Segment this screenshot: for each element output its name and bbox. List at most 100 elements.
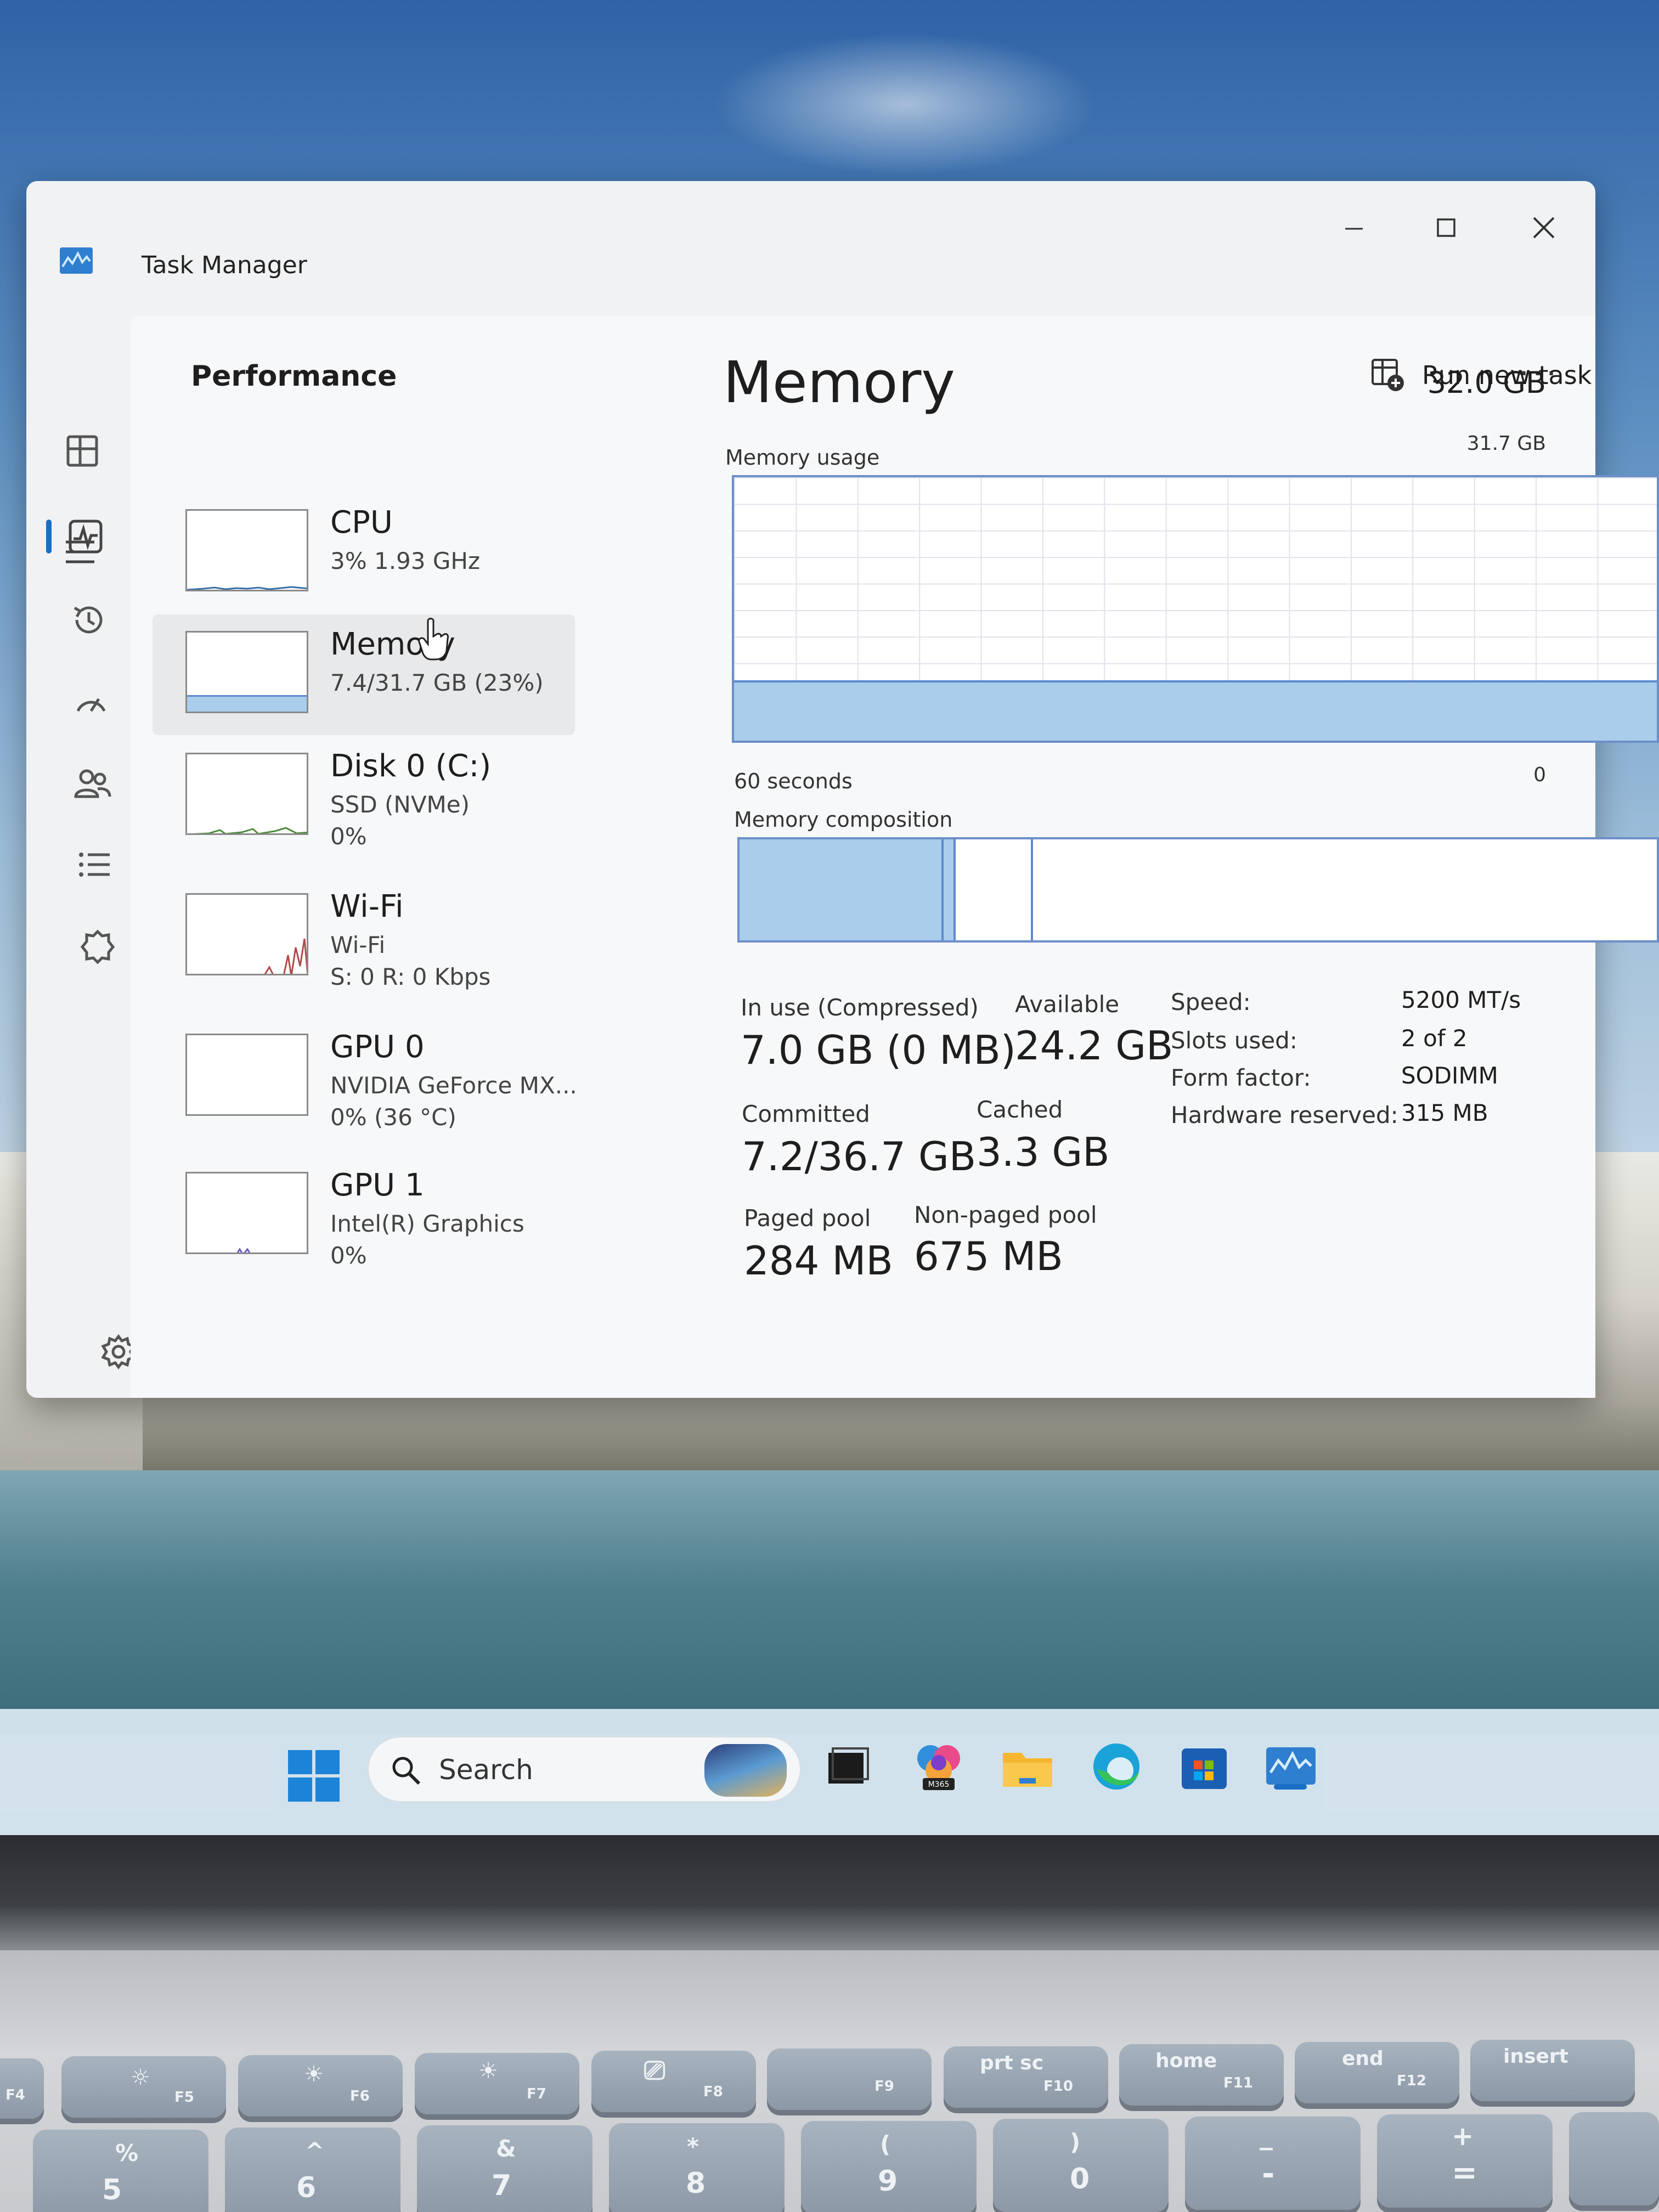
- device-item-gpu1[interactable]: GPU 1 Intel(R) Graphics 0%: [153, 1155, 575, 1276]
- device-item-wifi[interactable]: Wi-Fi Wi-Fi S: 0 R: 0 Kbps: [153, 877, 575, 997]
- search-icon: [392, 1757, 421, 1785]
- device-subtitle: NVIDIA GeForce MX...: [330, 1072, 577, 1099]
- search-label: Search: [439, 1754, 533, 1786]
- cached-label: Cached: [977, 1096, 1063, 1123]
- device-name: GPU 0: [330, 1029, 425, 1065]
- close-icon: [1533, 217, 1555, 239]
- nav-active-indicator: [46, 520, 52, 554]
- key-9: (9: [801, 2121, 977, 2212]
- close-button[interactable]: [1511, 198, 1577, 258]
- key-equals: + =: [1377, 2114, 1553, 2208]
- key-f9: F9: [767, 2049, 932, 2110]
- device-name: Disk 0 (C:): [330, 748, 492, 784]
- device-name: CPU: [330, 505, 393, 540]
- key-f4: F4: [0, 2058, 44, 2119]
- committed-label: Committed: [742, 1101, 870, 1127]
- page-title: Performance: [191, 360, 397, 393]
- graph-time-span: 60 seconds: [734, 769, 853, 793]
- device-subtitle: SSD (NVMe): [330, 791, 470, 818]
- wallpaper-cloud: [713, 33, 1097, 176]
- disk-thumbnail-graph: [185, 753, 308, 835]
- task-view-icon[interactable]: [816, 1736, 877, 1797]
- run-task-icon: [1372, 359, 1404, 391]
- edge-browser-icon[interactable]: [1086, 1736, 1147, 1797]
- device-item-disk[interactable]: Disk 0 (C:) SSD (NVMe) 0%: [153, 736, 575, 857]
- minimize-icon: [1345, 228, 1363, 230]
- device-subtitle: 3% 1.93 GHz: [330, 548, 481, 574]
- device-name: Wi-Fi: [330, 889, 404, 924]
- device-item-cpu[interactable]: CPU 3% 1.93 GHz: [153, 493, 575, 613]
- users-icon[interactable]: [72, 764, 112, 803]
- speed-label: Speed:: [1171, 989, 1251, 1015]
- device-subtitle: Intel(R) Graphics: [330, 1210, 524, 1237]
- task-manager-window: Task Manager Performance Run new task ··…: [26, 181, 1659, 1398]
- memory-usage-label: Memory usage: [725, 445, 880, 470]
- wallpaper-sea: [0, 1470, 1659, 1734]
- memory-total: 32.0 GB: [1427, 365, 1546, 400]
- cpu-thumbnail-graph: [185, 509, 308, 591]
- key-end: end F12: [1295, 2042, 1459, 2103]
- device-item-memory[interactable]: Memory 7.4/31.7 GB (23%): [153, 614, 575, 735]
- details-list-icon[interactable]: [75, 845, 114, 884]
- key-f7: ☀ F7: [415, 2053, 579, 2114]
- device-usage: S: 0 R: 0 Kbps: [330, 963, 491, 990]
- processes-icon[interactable]: [63, 431, 102, 471]
- windows-start-icon[interactable]: [288, 1750, 341, 1803]
- memory-composition-label: Memory composition: [734, 808, 953, 832]
- available-label: Available: [1015, 991, 1120, 1018]
- laptop-bezel: [0, 1835, 1659, 1950]
- form-factor-label: Form factor:: [1171, 1064, 1311, 1091]
- composition-standby: [953, 839, 1034, 940]
- services-icon[interactable]: [78, 927, 117, 967]
- maximize-button[interactable]: [1413, 198, 1479, 258]
- memory-usage-fill: [734, 680, 1657, 741]
- microsoft-365-icon[interactable]: M365: [909, 1736, 969, 1797]
- file-explorer-icon[interactable]: [997, 1736, 1058, 1797]
- device-usage: 0% (36 °C): [330, 1104, 456, 1131]
- paged-pool-label: Paged pool: [744, 1205, 871, 1232]
- non-paged-pool-value: 675 MB: [914, 1233, 1063, 1279]
- hardware-reserved-label: Hardware reserved:: [1171, 1102, 1398, 1128]
- memory-thumbnail-graph: [185, 631, 308, 713]
- device-subtitle: 7.4/31.7 GB (23%): [330, 669, 544, 696]
- maximize-icon: [1437, 218, 1455, 237]
- key-insert: insert: [1470, 2040, 1635, 2101]
- hardware-reserved-value: 315 MB: [1401, 1099, 1488, 1126]
- cached-value: 3.3 GB: [977, 1129, 1110, 1175]
- composition-in-use: [740, 839, 941, 940]
- device-usage: 0%: [330, 1242, 367, 1269]
- startup-apps-icon[interactable]: [71, 682, 111, 722]
- app-history-icon[interactable]: [69, 600, 109, 640]
- key-backspace-partial: [1569, 2112, 1659, 2205]
- active-app-indicator: [1274, 1784, 1307, 1790]
- gpu1-thumbnail-graph: [185, 1172, 308, 1254]
- memory-usage-max: 31.7 GB: [1466, 432, 1546, 455]
- taskbar-search[interactable]: Search: [368, 1736, 801, 1802]
- wifi-thumbnail-graph: [185, 893, 308, 975]
- key-f6: ☀ F6: [238, 2055, 403, 2117]
- search-highlight-image: [704, 1744, 787, 1797]
- device-subtitle: Wi-Fi: [330, 932, 386, 958]
- committed-value: 7.2/36.7 GB: [742, 1133, 977, 1180]
- minimize-button[interactable]: [1321, 198, 1387, 258]
- device-item-gpu0[interactable]: GPU 0 NVIDIA GeForce MX... 0% (36 °C): [153, 1017, 577, 1138]
- memory-usage-graph: [732, 475, 1659, 743]
- key-home: home F11: [1119, 2044, 1284, 2106]
- performance-icon[interactable]: [66, 517, 105, 556]
- key-8: * 8: [609, 2123, 785, 2212]
- key-7: & 7: [417, 2125, 592, 2212]
- slots-used-value: 2 of 2: [1401, 1025, 1468, 1052]
- key-prtsc: prt sc F10: [944, 2046, 1108, 2108]
- paged-pool-value: 284 MB: [744, 1238, 893, 1284]
- device-usage: 0%: [330, 823, 367, 850]
- speed-value: 5200 MT/s: [1401, 986, 1521, 1013]
- composition-modified: [941, 839, 953, 940]
- performance-panel: Performance Run new task ··· CPU 3% 1.93…: [131, 316, 1659, 1398]
- slots-used-label: Slots used:: [1171, 1027, 1297, 1054]
- form-factor-value: SODIMM: [1401, 1062, 1498, 1089]
- non-paged-pool-label: Non-paged pool: [914, 1201, 1097, 1228]
- in-use-value: 7.0 GB (0 MB): [741, 1027, 1016, 1073]
- key-6: ^ 6: [225, 2128, 400, 2212]
- microsoft-store-icon[interactable]: [1174, 1736, 1234, 1797]
- memory-composition-bar: [737, 837, 1659, 943]
